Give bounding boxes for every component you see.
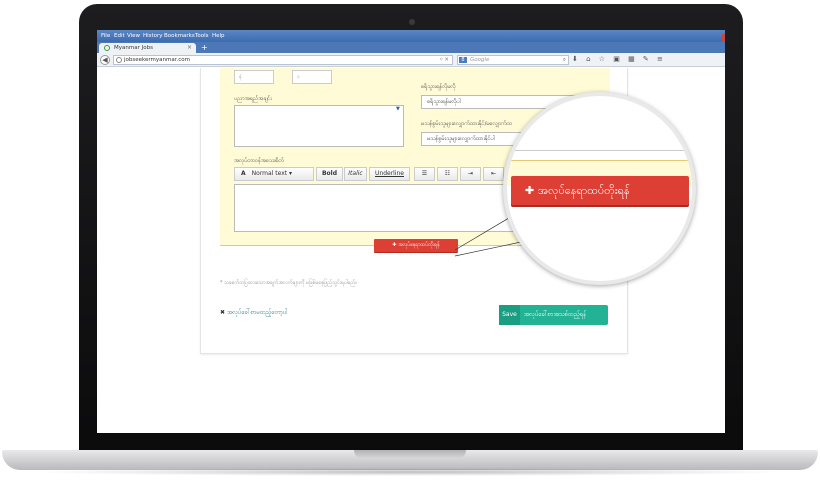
tab-strip: Myanmar Jobs × + — [97, 42, 725, 53]
font-icon: A — [241, 170, 246, 177]
add-position-button[interactable]: ✚ အလုပ်နေရာထပ်တိုးရန် — [374, 239, 458, 252]
small-field-1[interactable]: နံ — [234, 70, 274, 84]
indent-icon[interactable]: ⇥ — [460, 167, 481, 181]
url-text: jobseekermyanmar.com — [124, 57, 191, 63]
close-icon: ✖ — [220, 309, 227, 316]
menu-tools[interactable]: Tools — [195, 33, 209, 39]
add-position-label: အလုပ်နေရာထပ်တိုးရန် — [398, 242, 440, 248]
laptop-notch — [354, 450, 466, 459]
lens-plus-icon: ✚ — [525, 184, 539, 197]
text-style-dropdown[interactable]: A Normal text ▾ — [234, 167, 314, 181]
toolbar-icons[interactable]: ⬇ ⌂ ☆ ▣ ▦ ✎ ≡ — [572, 55, 666, 63]
reload-icon[interactable]: ▿ ✕ — [440, 56, 449, 64]
cancel-link-label: အလုပ်ခေါ်စာမထည့်တော့ပါ — [226, 309, 288, 316]
lens-button-label: အလုပ်နေရာထပ်တိုးရန် — [538, 184, 630, 197]
description-label: အလုပ်တာဝန်အသေးစိတ် — [234, 158, 284, 164]
save-button[interactable]: Save အလုပ်ခေါ်စာအသစ်ထည့်ရန် — [499, 305, 608, 325]
save-label: Save — [499, 305, 520, 325]
magnifier-lens: ✚ အလုပ်နေရာထပ်တိုးရန် — [503, 92, 696, 285]
tab-close-icon[interactable]: × — [187, 44, 192, 51]
text-style-value: Normal text — [251, 170, 288, 177]
tab-title: Myanmar Jobs — [114, 45, 153, 51]
italic-button[interactable]: Italic — [344, 167, 367, 181]
dropdown-arrow-icon[interactable]: ▼ — [396, 106, 400, 112]
menu-help[interactable]: Help — [212, 33, 225, 39]
tab-myanmar-jobs[interactable]: Myanmar Jobs × — [99, 43, 196, 53]
menu-bookmarks[interactable]: Bookmarks — [164, 33, 195, 39]
lens-border-line — [507, 150, 692, 151]
browser-menubar: File Edit View History Bookmarks Tools H… — [97, 30, 725, 42]
search-engine-icon[interactable]: 8 — [459, 57, 467, 63]
bold-button[interactable]: Bold — [316, 167, 343, 181]
small-field-2[interactable]: ဝ — [292, 70, 332, 84]
required-note: * သခင်္ကေတပြထားသောအချက်အလက်များကို မဖြစ်… — [220, 280, 357, 286]
menu-file[interactable]: File — [101, 33, 110, 39]
bullet-list-icon[interactable]: ☰ — [414, 167, 435, 181]
outdent-icon[interactable]: ⇤ — [483, 167, 504, 181]
favicon-icon — [104, 45, 110, 51]
laptop-camera — [409, 19, 415, 25]
menu-view[interactable]: View — [127, 33, 140, 39]
globe-icon — [116, 57, 122, 63]
close-window-button[interactable]: × — [722, 34, 725, 42]
search-icon[interactable]: ⌕ — [563, 56, 566, 64]
underline-button[interactable]: Underline — [369, 167, 410, 181]
chevron-down-icon: ▾ — [289, 170, 293, 177]
salary-label: စရိုသွားရန်လိုမလို — [421, 84, 456, 90]
back-button[interactable]: ◀ — [100, 55, 110, 65]
numbered-list-icon[interactable]: ☷ — [437, 167, 458, 181]
address-bar[interactable]: jobseekermyanmar.com ▿ ✕ — [113, 55, 453, 65]
menu-edit[interactable]: Edit — [114, 33, 125, 39]
education-label: ပညာအရည်အချင်း — [234, 96, 272, 102]
cancel-link[interactable]: ✖ အလုပ်ခေါ်စာမထည့်တော့ပါ — [220, 308, 288, 317]
navigation-bar: ◀ jobseekermyanmar.com ▿ ✕ 8 Google ⌕ ⬇ … — [97, 53, 725, 67]
search-placeholder: Google — [470, 57, 490, 63]
lens-add-position-button: ✚ အလုပ်နေရာထပ်တိုးရန် — [511, 176, 689, 205]
search-box[interactable]: 8 Google ⌕ — [457, 55, 569, 65]
menu-history[interactable]: History — [143, 33, 163, 39]
publish-label: အလုပ်ခေါ်စာအသစ်ထည့်ရန် — [524, 311, 587, 318]
laptop-shadow — [30, 468, 790, 476]
new-tab-button[interactable]: + — [201, 43, 208, 52]
other-label: မသန်စွမ်းသူများလျှောက်ထားနိုင်/မလျှောက်ထ — [421, 121, 512, 127]
education-field[interactable] — [234, 105, 404, 147]
